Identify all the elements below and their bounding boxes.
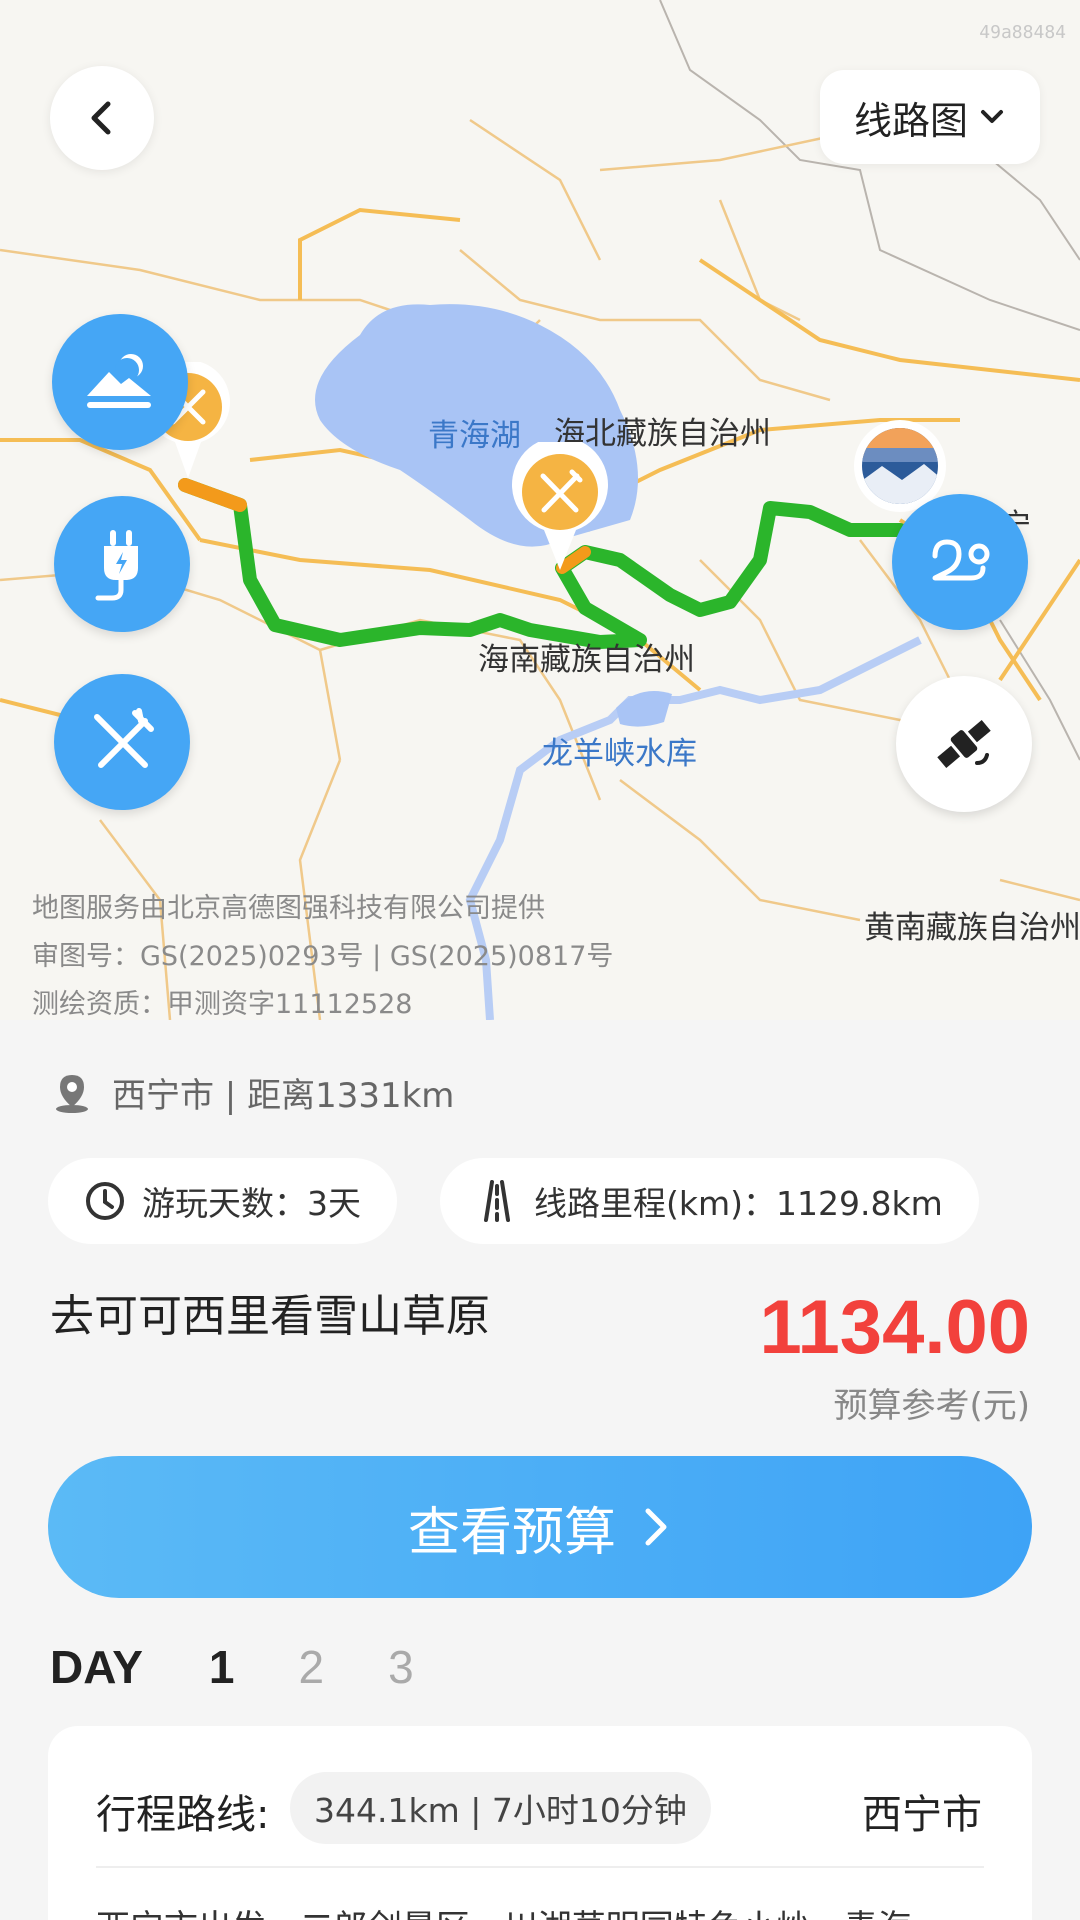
route-icon <box>932 539 990 581</box>
chevron-left-icon <box>91 101 111 135</box>
satellite-layer-button[interactable] <box>896 676 1032 812</box>
route-summary-chip: 344.1km | 7小时10分钟 <box>290 1772 711 1844</box>
view-budget-label: 查看预算 <box>407 1502 616 1563</box>
map-label-longyangxia: 龙羊峡水库 <box>542 736 697 772</box>
route-map[interactable]: 49a88484 青海湖 海北藏族自治州 海南藏族自治州 龙羊峡水库 黄南藏族自… <box>0 0 1080 1020</box>
clock-icon <box>86 1182 124 1220</box>
day-tab-1[interactable]: 1 <box>209 1640 235 1694</box>
view-budget-button[interactable]: 查看预算 <box>48 1456 1032 1598</box>
dining-filter-button[interactable] <box>54 674 190 810</box>
scenery-icon <box>87 354 151 408</box>
route-label: 行程路线: <box>96 1792 270 1838</box>
route-end-city: 西宁市 <box>862 1792 982 1838</box>
location-text: 西宁市 | 距离1331km <box>112 1076 455 1116</box>
map-copyright-line3: 测绘资质：甲测资字11112528 <box>32 989 413 1020</box>
road-icon <box>484 1180 510 1222</box>
map-copyright-line2: 审图号：GS(2025)0293号 | GS(2025)0817号 <box>32 941 614 972</box>
route-card: 行程路线: 344.1km | 7小时10分钟 西宁市 西宁市出发 - 二郎剑景… <box>48 1726 1032 1920</box>
day-tabs: DAY 1 2 3 <box>50 1640 478 1694</box>
dining-icon <box>94 708 154 768</box>
map-label-qinghai-lake: 青海湖 <box>428 418 521 454</box>
chevron-down-icon <box>981 110 1003 123</box>
map-label-huangnan: 黄南藏族自治州 <box>864 910 1080 946</box>
watermark: 49a88484 <box>979 22 1066 43</box>
budget-price: 1134.00 <box>759 1285 1030 1370</box>
itinerary-text: 西宁市出发 - 二郎剑景区 - 川湖草明园特色小炒 - 青海 <box>96 1900 996 1920</box>
map-copyright-line1: 地图服务由北京高德图强科技有限公司提供 <box>32 893 545 924</box>
map-label-hainan: 海南藏族自治州 <box>478 642 695 678</box>
card-divider <box>96 1866 984 1868</box>
budget-price-label: 预算参考(元) <box>833 1386 1030 1426</box>
charging-filter-button[interactable] <box>54 496 190 632</box>
satellite-icon <box>937 719 991 769</box>
scenery-filter-button[interactable] <box>52 314 188 450</box>
trip-title: 去可可西里看雪山草原 <box>50 1291 490 1342</box>
map-type-selector[interactable]: 线路图 <box>820 70 1040 164</box>
location-pin-icon <box>56 1074 88 1113</box>
distance-pill: 线路里程(km)：1129.8km <box>440 1158 979 1244</box>
distance-text: 线路里程(km)：1129.8km <box>534 1184 943 1223</box>
chevron-right-icon <box>645 1508 667 1546</box>
dining-pin-2[interactable] <box>510 436 610 576</box>
back-button[interactable] <box>50 66 154 170</box>
dining-pin-icon <box>512 436 608 570</box>
day-label: DAY <box>50 1641 143 1693</box>
map-type-label: 线路图 <box>853 98 968 143</box>
location-info: 西宁市 | 距离1331km <box>50 1068 454 1117</box>
charging-icon <box>95 530 138 601</box>
day-tab-3[interactable]: 3 <box>388 1640 414 1694</box>
days-text: 游玩天数：3天 <box>142 1184 361 1223</box>
route-button[interactable] <box>892 494 1028 630</box>
days-pill: 游玩天数：3天 <box>48 1158 397 1244</box>
day-tab-2[interactable]: 2 <box>299 1640 325 1694</box>
